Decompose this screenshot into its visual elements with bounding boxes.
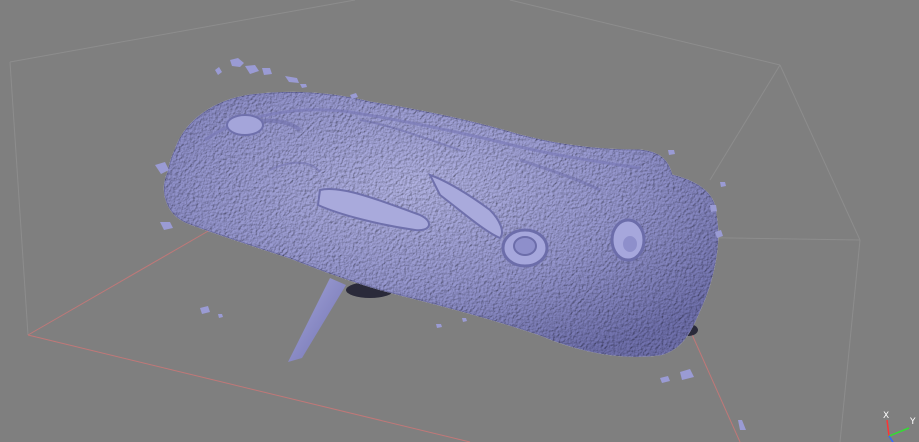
scene-canvas[interactable] <box>0 0 919 442</box>
fragment <box>660 376 670 383</box>
fragment <box>155 162 169 174</box>
x-axis-label: X <box>883 411 889 421</box>
bbox-edge <box>9 0 356 63</box>
fragment <box>200 306 210 314</box>
fragment <box>245 65 259 74</box>
fragment <box>262 68 272 75</box>
mesh-bump <box>226 114 264 136</box>
bbox-edge <box>709 64 781 181</box>
fragment <box>668 150 675 155</box>
fragment <box>710 205 717 212</box>
bbox-edge <box>779 64 861 241</box>
fragment <box>738 420 746 430</box>
bbox-edge <box>9 61 29 336</box>
fragment <box>230 58 244 67</box>
fragment <box>160 222 173 230</box>
fragment <box>720 182 726 187</box>
leg-shape <box>288 278 346 362</box>
fragment <box>462 318 467 322</box>
bbox-edge <box>27 229 211 336</box>
fragment <box>285 76 299 83</box>
fragment <box>300 84 307 88</box>
bbox-edge <box>509 0 781 66</box>
x-axis-line <box>886 419 890 437</box>
z-axis-line <box>888 435 894 442</box>
fragment <box>436 324 442 328</box>
mesh-knob-inner <box>623 236 637 252</box>
axis-gizmo-icon: X Y <box>883 411 916 442</box>
bbox-edge <box>839 239 861 442</box>
3d-mesh[interactable] <box>163 91 719 357</box>
mesh-knob-inner <box>513 236 537 256</box>
bbox-edge <box>27 334 471 442</box>
3d-viewport[interactable]: X Y <box>0 0 919 442</box>
bbox-edge <box>689 329 741 442</box>
fragment <box>218 314 223 318</box>
y-axis-line <box>888 427 910 437</box>
y-axis-label: Y <box>909 417 916 427</box>
fragment <box>680 369 694 380</box>
fragment <box>215 67 222 75</box>
